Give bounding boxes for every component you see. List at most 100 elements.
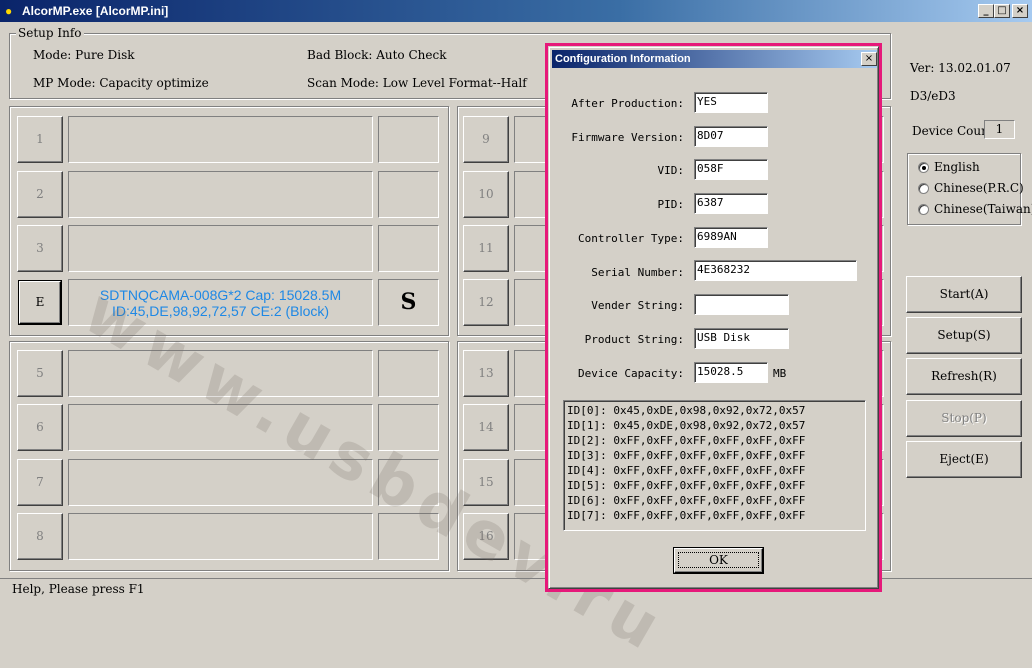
port-status-4: S — [378, 279, 439, 326]
port-button-5[interactable]: 5 — [17, 350, 63, 397]
flash-id-row: ID[0]: 0x45,0xDE,0x98,0x92,0x72,0x57 — [567, 404, 806, 417]
version-label: Ver: 13.02.01.07 — [910, 61, 1011, 75]
flash-id-list: ID[0]: 0x45,0xDE,0x98,0x92,0x72,0x57 ID[1… — [563, 400, 866, 531]
port-button-6[interactable]: 6 — [17, 404, 63, 451]
language-label: Chinese(P.R.C) — [934, 181, 1024, 195]
language-label: English — [934, 160, 980, 174]
port-button-9[interactable]: 9 — [463, 116, 509, 163]
port-button-16[interactable]: 16 — [463, 513, 509, 560]
product-string-field[interactable]: USB Disk — [694, 328, 789, 349]
port-info-15 — [514, 459, 550, 506]
serial-number-label: Serial Number: — [591, 266, 684, 279]
port-info-7 — [68, 459, 373, 506]
app-icon: ● — [5, 4, 13, 18]
port-info-1 — [68, 116, 373, 163]
port-button-12[interactable]: 12 — [463, 279, 509, 326]
device-capacity-field[interactable]: 15028.5 — [694, 362, 768, 383]
port-button-1[interactable]: 1 — [17, 116, 63, 163]
stop-button[interactable]: Stop(P) — [906, 400, 1022, 437]
flash-id-row: ID[1]: 0x45,0xDE,0x98,0x92,0x72,0x57 — [567, 419, 806, 432]
vid-field[interactable]: 058F — [694, 159, 768, 180]
port-info-11 — [514, 225, 550, 272]
port-button-4[interactable]: E — [19, 281, 61, 324]
vender-string-label: Vender String: — [591, 299, 684, 312]
flash-id-row: ID[3]: 0xFF,0xFF,0xFF,0xFF,0xFF,0xFF — [567, 449, 806, 462]
after-production-label: After Production: — [571, 97, 684, 110]
port-status-3 — [378, 225, 439, 272]
setup-info-legend: Setup Info — [16, 26, 84, 40]
port-status-6 — [378, 404, 439, 451]
scan-mode-label: Scan Mode: Low Level Format--Half — [307, 76, 527, 90]
ok-label: OK — [678, 552, 759, 568]
vender-string-field[interactable] — [694, 294, 789, 315]
radio-icon[interactable] — [918, 183, 929, 194]
status-bar-text: Help, Please press F1 — [12, 582, 145, 596]
mp-mode-label: MP Mode: Capacity optimize — [33, 76, 209, 90]
flash-id-row: ID[5]: 0xFF,0xFF,0xFF,0xFF,0xFF,0xFF — [567, 479, 806, 492]
flash-id-row: ID[7]: 0xFF,0xFF,0xFF,0xFF,0xFF,0xFF — [567, 509, 806, 522]
radio-icon[interactable] — [918, 204, 929, 215]
port-info-5 — [68, 350, 373, 397]
dialog-title: Configuration Information — [555, 53, 691, 65]
firmware-field[interactable]: 8D07 — [694, 126, 768, 147]
port-info-4: SDTNQCAMA-008G*2 Cap: 15028.5M ID:45,DE,… — [68, 279, 373, 326]
config-dialog: Configuration Information × After Produc… — [548, 46, 879, 589]
window-title: AlcorMP.exe [AlcorMP.ini] — [22, 4, 169, 18]
port-status-7 — [378, 459, 439, 506]
mode-label: Mode: Pure Disk — [33, 48, 135, 62]
port-info-9 — [514, 116, 550, 163]
language-label: Chinese(Taiwan) — [934, 202, 1032, 216]
pid-label: PID: — [657, 198, 685, 211]
start-button[interactable]: Start(A) — [906, 276, 1022, 313]
port-info-12 — [514, 279, 550, 326]
port-button-13[interactable]: 13 — [463, 350, 509, 397]
chip-label: D3/eD3 — [910, 89, 956, 103]
port-info-2 — [68, 171, 373, 218]
refresh-button[interactable]: Refresh(R) — [906, 358, 1022, 395]
port-info-14 — [514, 404, 550, 451]
port-status-2 — [378, 171, 439, 218]
controller-type-label: Controller Type: — [578, 232, 684, 245]
port-button-14[interactable]: 14 — [463, 404, 509, 451]
port-button-8[interactable]: 8 — [17, 513, 63, 560]
maximize-button[interactable]: □ — [994, 4, 1010, 18]
port-button-2[interactable]: 2 — [17, 171, 63, 218]
flash-id-row: ID[2]: 0xFF,0xFF,0xFF,0xFF,0xFF,0xFF — [567, 434, 806, 447]
port-button-3[interactable]: 3 — [17, 225, 63, 272]
port-info-6 — [68, 404, 373, 451]
port-info-13 — [514, 350, 550, 397]
port-status-1 — [378, 116, 439, 163]
controller-type-field[interactable]: 6989AN — [694, 227, 768, 248]
device-capacity-label: Device Capacity: — [578, 367, 684, 380]
capacity-unit: MB — [773, 367, 787, 380]
language-option-0[interactable]: English — [918, 160, 1018, 176]
eject-button[interactable]: Eject(E) — [906, 441, 1022, 478]
setup-button[interactable]: Setup(S) — [906, 317, 1022, 354]
port-device-line-2: ID:45,DE,98,92,72,57 CE:2 (Block) — [111, 303, 330, 319]
port-button-10[interactable]: 10 — [463, 171, 509, 218]
radio-icon[interactable] — [918, 162, 929, 173]
language-option-2[interactable]: Chinese(Taiwan) — [918, 202, 1032, 218]
serial-number-field[interactable]: 4E368232 — [694, 260, 857, 281]
port-button-15[interactable]: 15 — [463, 459, 509, 506]
port-info-16 — [514, 513, 550, 560]
bad-block-label: Bad Block: Auto Check — [307, 48, 447, 62]
port-button-7[interactable]: 7 — [17, 459, 63, 506]
flash-id-row: ID[4]: 0xFF,0xFF,0xFF,0xFF,0xFF,0xFF — [567, 464, 806, 477]
port-info-8 — [68, 513, 373, 560]
close-button[interactable]: × — [1012, 4, 1028, 18]
port-button-11[interactable]: 11 — [463, 225, 509, 272]
language-option-1[interactable]: Chinese(P.R.C) — [918, 181, 1024, 197]
dialog-title-bar: Configuration Information — [552, 50, 877, 68]
port-device-line-1: SDTNQCAMA-008G*2 Cap: 15028.5M — [99, 287, 342, 303]
firmware-label: Firmware Version: — [571, 131, 684, 144]
port-status-8 — [378, 513, 439, 560]
after-production-field[interactable]: YES — [694, 92, 768, 113]
ok-button[interactable]: OK — [674, 548, 763, 573]
port-info-10 — [514, 171, 550, 218]
pid-field[interactable]: 6387 — [694, 193, 768, 214]
port-info-3 — [68, 225, 373, 272]
dialog-close-button[interactable]: × — [861, 52, 877, 66]
port-status-5 — [378, 350, 439, 397]
minimize-button[interactable]: _ — [978, 4, 994, 18]
